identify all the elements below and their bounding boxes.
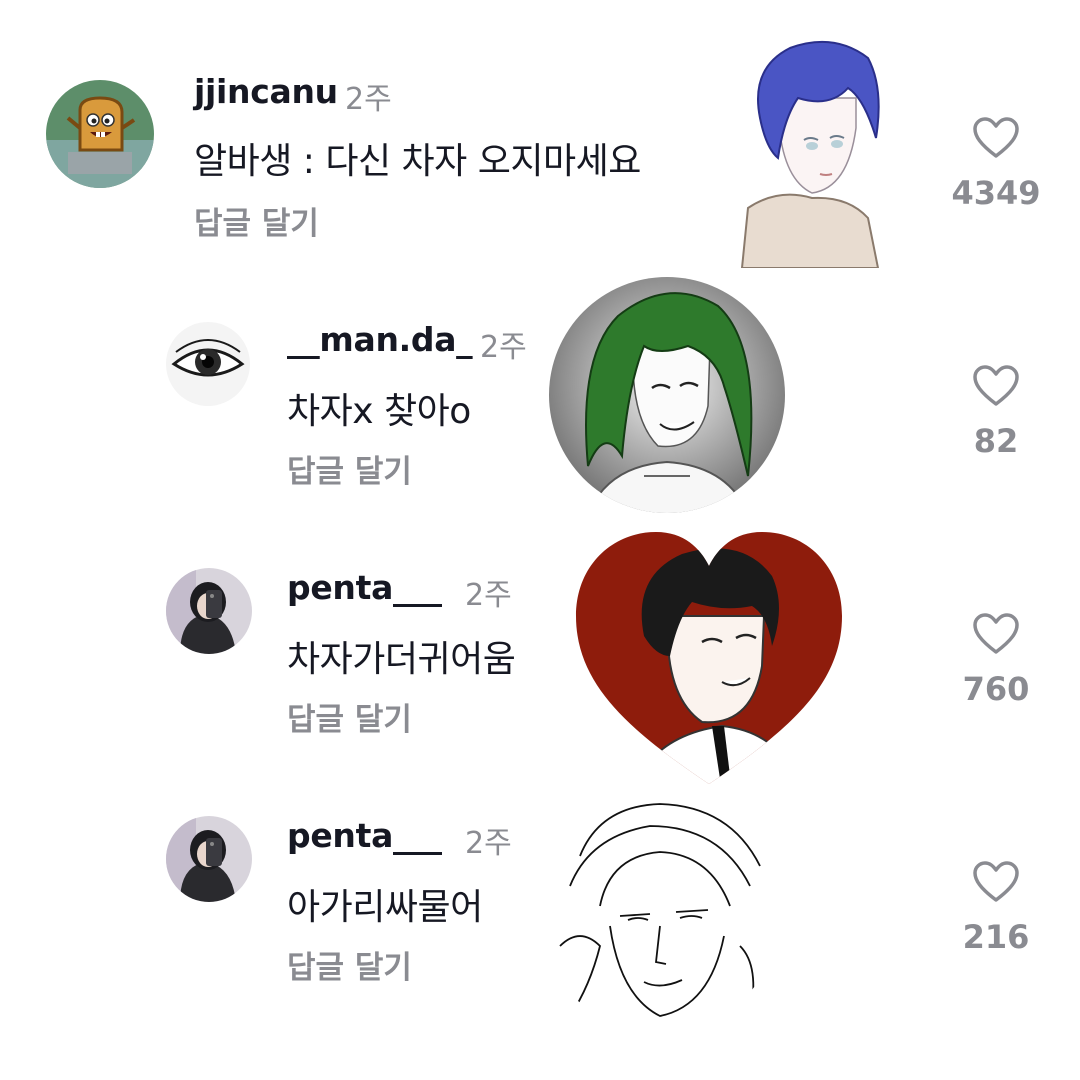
- comment-time: 2주: [465, 578, 512, 613]
- comment-time: 2주: [465, 826, 512, 861]
- like-count: 216: [962, 918, 1030, 956]
- comment-time: 2주: [480, 330, 527, 365]
- like-button[interactable]: 4349: [946, 116, 1046, 212]
- heart-icon: [973, 613, 1019, 654]
- green-haired-character-sticker-icon: [549, 277, 785, 513]
- comment-time: 2주: [345, 82, 392, 117]
- comment-text: 알바생 : 다신 차자 오지마세요: [194, 141, 641, 182]
- like-button[interactable]: 82: [946, 364, 1046, 460]
- heart-icon: [973, 117, 1019, 158]
- like-count: 82: [973, 422, 1019, 460]
- comment-item: penta___ 2주 아가리싸물어 답글 달기 216: [0, 744, 1080, 1034]
- comment-text: 차자x 찾아o: [287, 391, 471, 432]
- comment-username[interactable]: penta___: [287, 816, 442, 855]
- reply-button[interactable]: 답글 달기: [194, 198, 319, 243]
- comment-text: 아가리싸물어: [287, 887, 483, 928]
- comment-item: __man.da_ 2주 차자x 찾아o 답글 달기 82: [0, 248, 1080, 513]
- eye-avatar-icon: [166, 322, 250, 406]
- comment-item: penta___ 2주 차자가더귀어움 답글 달기 760: [0, 496, 1080, 784]
- comment-username[interactable]: __man.da_: [287, 320, 473, 359]
- avatar[interactable]: [166, 816, 252, 902]
- like-button[interactable]: 216: [946, 860, 1046, 956]
- avatar[interactable]: [46, 80, 154, 188]
- comment-item: jjincanu 2주 알바생 : 다신 차자 오지마세요 답글 달기 4349: [0, 0, 1080, 268]
- blue-haired-character-sticker-icon: [740, 40, 880, 268]
- selfie-avatar-icon: [166, 816, 252, 902]
- avatar[interactable]: [166, 322, 250, 406]
- like-button[interactable]: 760: [946, 612, 1046, 708]
- sketch-character-sticker-icon: [542, 798, 778, 1034]
- comment-username[interactable]: penta___: [287, 568, 442, 607]
- selfie-avatar-icon: [166, 568, 252, 654]
- sticker-image: [548, 276, 786, 514]
- avatar[interactable]: [166, 568, 252, 654]
- heart-icon: [973, 861, 1019, 902]
- reply-button[interactable]: 답글 달기: [287, 942, 412, 987]
- like-count: 4349: [951, 174, 1041, 212]
- sticker-image: [738, 28, 886, 268]
- comment-text: 차자가더귀어움: [287, 639, 516, 680]
- reply-button[interactable]: 답글 달기: [287, 694, 412, 739]
- heart-icon: [973, 365, 1019, 406]
- like-count: 760: [962, 670, 1030, 708]
- comment-username[interactable]: jjincanu: [194, 72, 338, 111]
- reply-button[interactable]: 답글 달기: [287, 446, 412, 491]
- sticker-image: [540, 796, 780, 1036]
- toast-cartoon-avatar-icon: [46, 80, 154, 188]
